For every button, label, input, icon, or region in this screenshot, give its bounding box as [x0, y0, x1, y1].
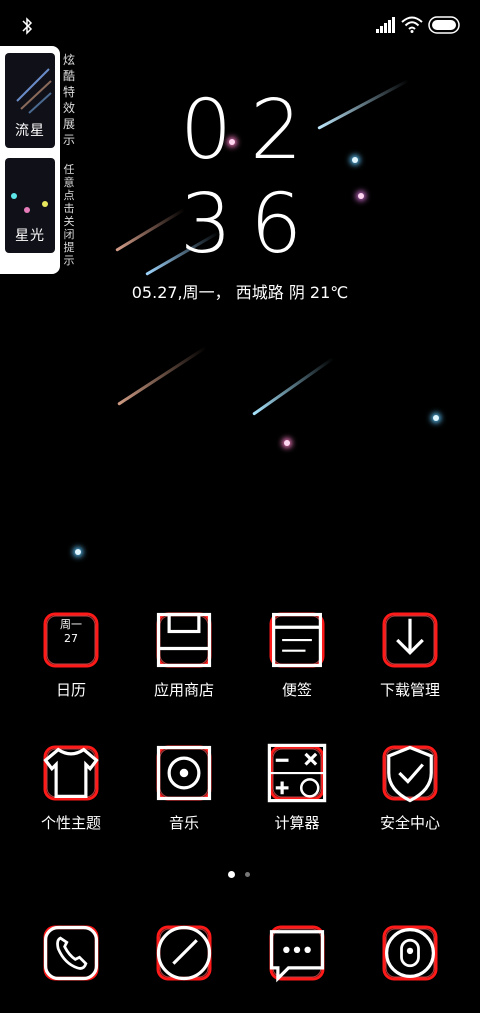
star	[284, 440, 290, 446]
meteor	[115, 208, 186, 252]
wifi-icon	[401, 16, 423, 33]
dock-camera[interactable]	[355, 925, 465, 995]
star	[352, 157, 358, 163]
dock-browser[interactable]	[129, 925, 239, 995]
app-label: 安全中心	[379, 814, 440, 832]
camera-icon	[382, 925, 438, 981]
clock-minute: 36	[180, 177, 321, 272]
dock-phone[interactable]	[16, 925, 126, 995]
app-label: 应用商店	[153, 681, 214, 699]
app-calculator[interactable]: 计算器	[242, 743, 352, 845]
star	[358, 193, 364, 199]
battery-icon	[428, 16, 460, 34]
page-indicator[interactable]	[0, 871, 480, 879]
app-music[interactable]: 音乐	[129, 745, 239, 845]
date-weather: 05.27,周一， 西城路 阴 21℃	[131, 283, 349, 302]
notes-icon	[269, 612, 325, 668]
clock-hour: 02	[180, 83, 321, 178]
effect-label: 流星	[15, 123, 45, 139]
meteor	[252, 357, 335, 416]
home-screen: 流星 星光 炫酷特效展示 任意点击关闭提示 02 36 05.27,周一， 西城…	[0, 0, 480, 1013]
app-themes[interactable]: 个性主题	[16, 745, 126, 845]
calculator-icon	[267, 743, 327, 803]
page-dot-active[interactable]	[228, 871, 235, 878]
messages-icon	[269, 925, 325, 983]
effect-panel[interactable]: 流星 星光	[0, 46, 60, 274]
signal-icon	[376, 17, 395, 33]
app-notes[interactable]: 便签	[242, 612, 352, 712]
effect-option-meteor[interactable]: 流星	[5, 53, 55, 148]
app-calendar[interactable]: 周一 27 日历	[16, 612, 126, 712]
music-icon	[156, 745, 212, 801]
app-store[interactable]: 应用商店	[129, 612, 239, 712]
app-download-manager[interactable]: 下载管理	[355, 612, 465, 712]
app-label: 日历	[55, 681, 86, 699]
app-label: 音乐	[168, 814, 199, 832]
bluetooth-icon	[22, 17, 33, 35]
browser-icon	[156, 925, 212, 981]
calendar-weekday: 周一	[60, 618, 82, 631]
meteor	[117, 346, 207, 406]
app-label: 下载管理	[379, 681, 440, 699]
star	[433, 415, 439, 421]
app-label: 便签	[281, 681, 312, 699]
calendar-day: 27	[64, 632, 78, 645]
app-security-center[interactable]: 安全中心	[355, 745, 465, 845]
page-dot[interactable]	[245, 872, 250, 877]
dock-messages[interactable]	[242, 925, 352, 995]
app-label: 个性主题	[40, 814, 101, 832]
effect-label: 星光	[15, 228, 45, 244]
effect-panel-hint: 任意点击关闭提示	[63, 163, 75, 267]
theme-icon	[43, 745, 99, 801]
status-bar	[0, 0, 480, 50]
phone-icon	[43, 925, 99, 981]
security-icon	[382, 745, 438, 803]
calendar-icon: 周一 27	[43, 612, 99, 668]
app-label: 计算器	[274, 814, 320, 832]
effect-panel-title: 炫酷特效展示	[62, 53, 75, 147]
app-store-icon	[156, 612, 212, 668]
download-icon	[382, 612, 438, 668]
star	[75, 549, 81, 555]
meteor	[317, 79, 409, 130]
effect-option-starlight[interactable]: 星光	[5, 158, 55, 253]
